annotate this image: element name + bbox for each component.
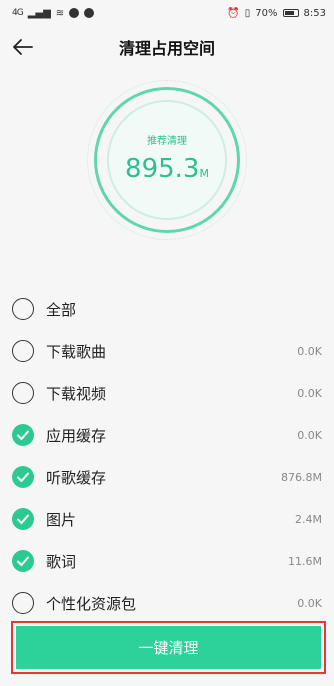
item-size: 0.0K <box>297 344 322 358</box>
list-item[interactable]: 图片 2.4M <box>0 498 334 540</box>
app-icon <box>84 8 95 18</box>
list-item[interactable]: 个性化资源包 0.0K <box>0 582 334 624</box>
item-size: 0.0K <box>297 428 322 442</box>
item-size: 11.6M <box>288 554 322 568</box>
checkmark-icon <box>17 556 29 566</box>
checkmark-icon <box>17 472 29 482</box>
checkbox[interactable] <box>12 298 34 320</box>
summary-ring: 推荐清理 895.3M <box>87 80 247 240</box>
item-size: 0.0K <box>297 596 322 610</box>
checkbox[interactable] <box>12 382 34 404</box>
item-label: 下载视频 <box>46 384 107 403</box>
alarm-icon: ⏰ <box>227 7 240 19</box>
checkmark-icon <box>17 514 29 524</box>
notification-icon <box>69 8 80 18</box>
page-title: 清理占用空间 <box>118 39 215 58</box>
item-size: 876.8M <box>281 470 322 484</box>
action-highlight: 一键清理 <box>11 621 326 674</box>
ring-inner: 推荐清理 895.3M <box>107 100 227 220</box>
item-size: 0.0K <box>297 386 322 400</box>
item-label: 听歌缓存 <box>46 468 107 487</box>
item-label: 下载歌曲 <box>46 342 107 361</box>
checkbox-checked[interactable] <box>12 550 34 572</box>
signal-bars-icon: ▂▄▆ <box>27 7 51 19</box>
battery-icon <box>282 9 299 17</box>
checkbox-checked[interactable] <box>12 508 34 530</box>
item-label: 应用缓存 <box>46 426 107 445</box>
list-item[interactable]: 应用缓存 0.0K <box>0 414 334 456</box>
item-label: 图片 <box>46 510 77 529</box>
summary-number: 895.3 <box>125 154 200 184</box>
item-label: 歌词 <box>46 552 77 571</box>
list-item[interactable]: 听歌缓存 876.8M <box>0 456 334 498</box>
back-button[interactable] <box>8 32 38 62</box>
vibrate-icon: ▯ <box>244 7 251 19</box>
checkbox[interactable] <box>12 592 34 614</box>
clock: 8:53 <box>303 7 326 19</box>
one-click-clean-button[interactable]: 一键清理 <box>16 626 321 669</box>
item-size: 2.4M <box>295 512 322 526</box>
header: 清理占用空间 <box>0 26 334 68</box>
checkbox-checked[interactable] <box>12 424 34 446</box>
list-item[interactable]: 全部 <box>0 288 334 330</box>
summary-unit: M <box>199 167 209 180</box>
checkmark-icon <box>17 430 29 440</box>
status-bar: 4G ▂▄▆ ≋ ⏰ ▯ 70% 8:53 <box>0 0 334 26</box>
checkbox[interactable] <box>12 340 34 362</box>
arrow-left-icon <box>13 39 33 55</box>
list-item[interactable]: 歌词 11.6M <box>0 540 334 582</box>
signal-indicator: 4G <box>12 8 24 18</box>
item-label: 全部 <box>46 300 77 319</box>
summary-label: 推荐清理 <box>147 136 187 147</box>
battery-percent: 70% <box>255 7 278 19</box>
list-item[interactable]: 下载视频 0.0K <box>0 372 334 414</box>
checkbox-checked[interactable] <box>12 466 34 488</box>
item-label: 个性化资源包 <box>46 594 137 613</box>
summary-value: 895.3M <box>125 155 209 188</box>
list-item[interactable]: 下载歌曲 0.0K <box>0 330 334 372</box>
clean-list: 全部 下载歌曲 0.0K 下载视频 0.0K 应用缓存 0.0K 听歌缓存 87… <box>0 288 334 624</box>
wifi-icon: ≋ <box>55 7 65 19</box>
